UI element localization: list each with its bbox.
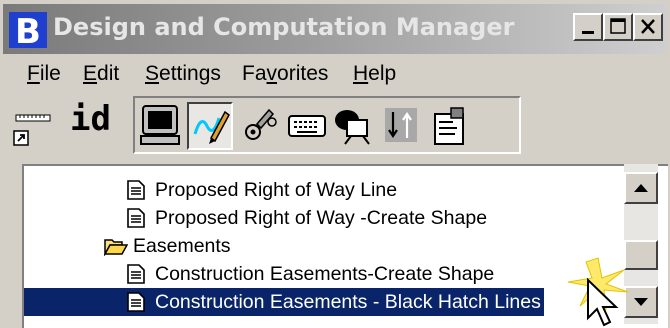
ruler-link-icon[interactable] (10, 111, 52, 151)
title-bar[interactable]: B Design and Computation Manager (3, 4, 667, 54)
menu-file[interactable]: File (27, 58, 61, 90)
menu-settings[interactable]: Settings (145, 58, 221, 90)
menu-edit[interactable]: Edit (83, 58, 119, 90)
menu-help[interactable]: Help (353, 58, 396, 90)
shapes-icon (335, 110, 370, 145)
toolbar-left: id (10, 99, 130, 163)
window-title: Design and Computation Manager (53, 13, 515, 41)
maximize-button[interactable] (603, 13, 633, 41)
dialog-window: B Design and Computation Manager File Ed… (0, 0, 670, 328)
monitor-icon (140, 105, 180, 145)
scroll-up-button[interactable] (624, 172, 658, 204)
monitor-button[interactable] (139, 102, 185, 150)
close-icon (641, 19, 655, 34)
triangle-up-icon (634, 184, 648, 192)
svg-text:B: B (15, 12, 41, 48)
tree-folder-easements[interactable]: Easements (24, 232, 624, 260)
mouse-cursor-icon (587, 278, 619, 327)
minimize-icon (582, 31, 594, 34)
draw-icon (193, 110, 230, 144)
close-button[interactable] (633, 13, 663, 41)
maximize-icon (610, 18, 626, 34)
app-logo-icon: B (9, 12, 47, 48)
document-icon (127, 264, 145, 284)
properties-icon (434, 107, 464, 145)
keyboard-button[interactable] (285, 102, 331, 150)
triangle-down-icon (634, 298, 648, 306)
toolbar-group (133, 96, 521, 154)
keyboard-icon (288, 115, 326, 137)
document-icon (127, 208, 145, 228)
id-button[interactable]: id (70, 99, 111, 139)
tree-item-proposed-row-line[interactable]: Proposed Right of Way Line (24, 176, 624, 204)
folder-open-icon (104, 239, 128, 256)
properties-button[interactable] (427, 102, 473, 150)
minimize-button[interactable] (573, 13, 603, 41)
menu-favorites[interactable]: Favorites (242, 58, 328, 90)
document-icon (127, 292, 145, 312)
tree-item-construction-hatch[interactable]: Construction Easements - Black Hatch Lin… (24, 288, 624, 316)
pencil-circles-button[interactable] (239, 102, 285, 150)
shapes-button[interactable] (331, 102, 377, 150)
draw-button[interactable] (187, 102, 233, 150)
tree-item-construction-shape[interactable]: Construction Easements-Create Shape (24, 260, 624, 288)
menu-bar: File Edit Settings Favorites Help (3, 58, 667, 90)
document-icon (127, 180, 145, 200)
sort-icon (385, 108, 417, 142)
pencil-circles-icon (245, 108, 277, 140)
sort-button[interactable] (379, 102, 425, 150)
tree-item-proposed-row-shape[interactable]: Proposed Right of Way -Create Shape (24, 204, 624, 232)
